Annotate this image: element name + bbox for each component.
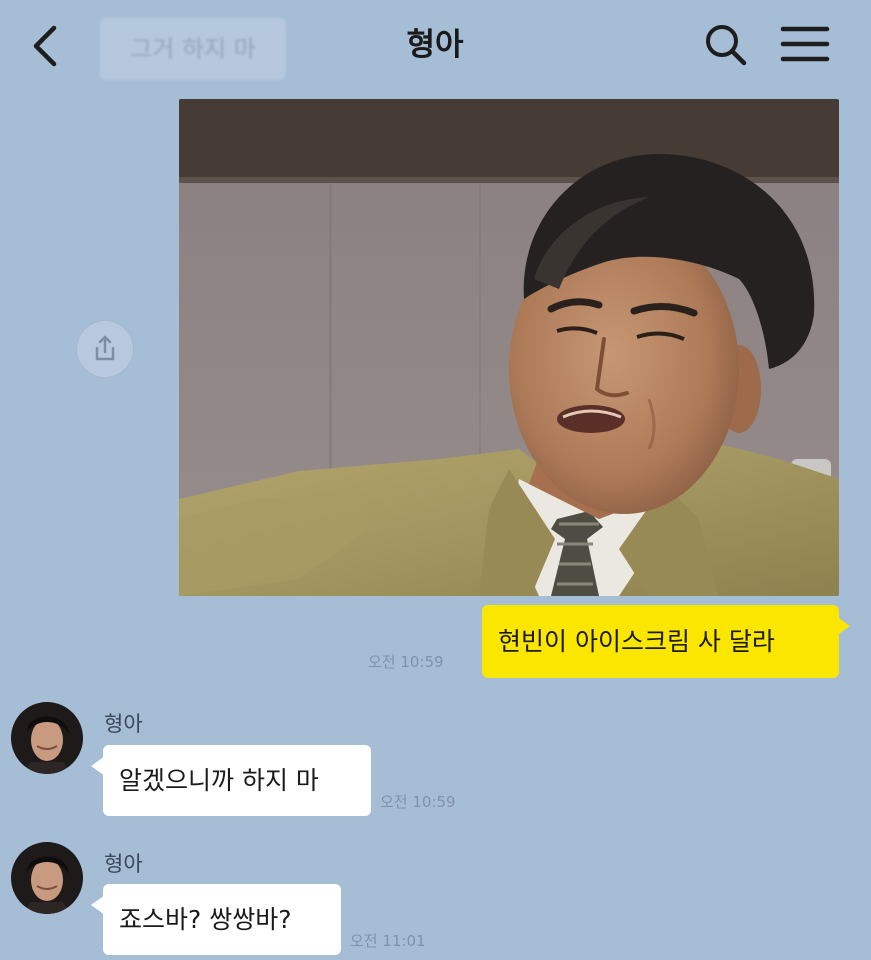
sender-name: 형아	[104, 712, 143, 736]
search-button[interactable]	[700, 20, 752, 70]
message-time: 오전 10:59	[380, 793, 456, 811]
image-message[interactable]	[179, 99, 839, 596]
avatar[interactable]	[11, 842, 83, 914]
search-icon	[706, 25, 747, 66]
sender-name: 형아	[104, 852, 143, 876]
photo-icon	[179, 99, 839, 596]
profile-photo-icon	[11, 842, 83, 914]
chat-title: 형아	[406, 27, 464, 63]
other-message-bubble[interactable]: 죠스바? 쌍쌍바?	[103, 884, 341, 955]
hamburger-menu-icon	[780, 26, 830, 62]
menu-button[interactable]	[775, 20, 835, 70]
my-message-bubble[interactable]: 현빈이 아이스크림 사 달라	[482, 605, 839, 678]
other-message-bubble[interactable]: 알겠으니까 하지 마	[103, 745, 371, 816]
share-button[interactable]	[76, 320, 134, 378]
back-button[interactable]	[22, 20, 72, 70]
message-time: 오전 10:59	[368, 653, 444, 671]
share-icon	[95, 335, 115, 361]
faded-search-chip[interactable]: 그거 하지 마	[100, 18, 286, 80]
chat-header: 그거 하지 마 형아	[0, 0, 871, 92]
message-time: 오전 11:01	[350, 932, 426, 950]
chevron-left-icon	[33, 25, 57, 67]
avatar[interactable]	[11, 702, 83, 774]
profile-photo-icon	[11, 702, 83, 774]
